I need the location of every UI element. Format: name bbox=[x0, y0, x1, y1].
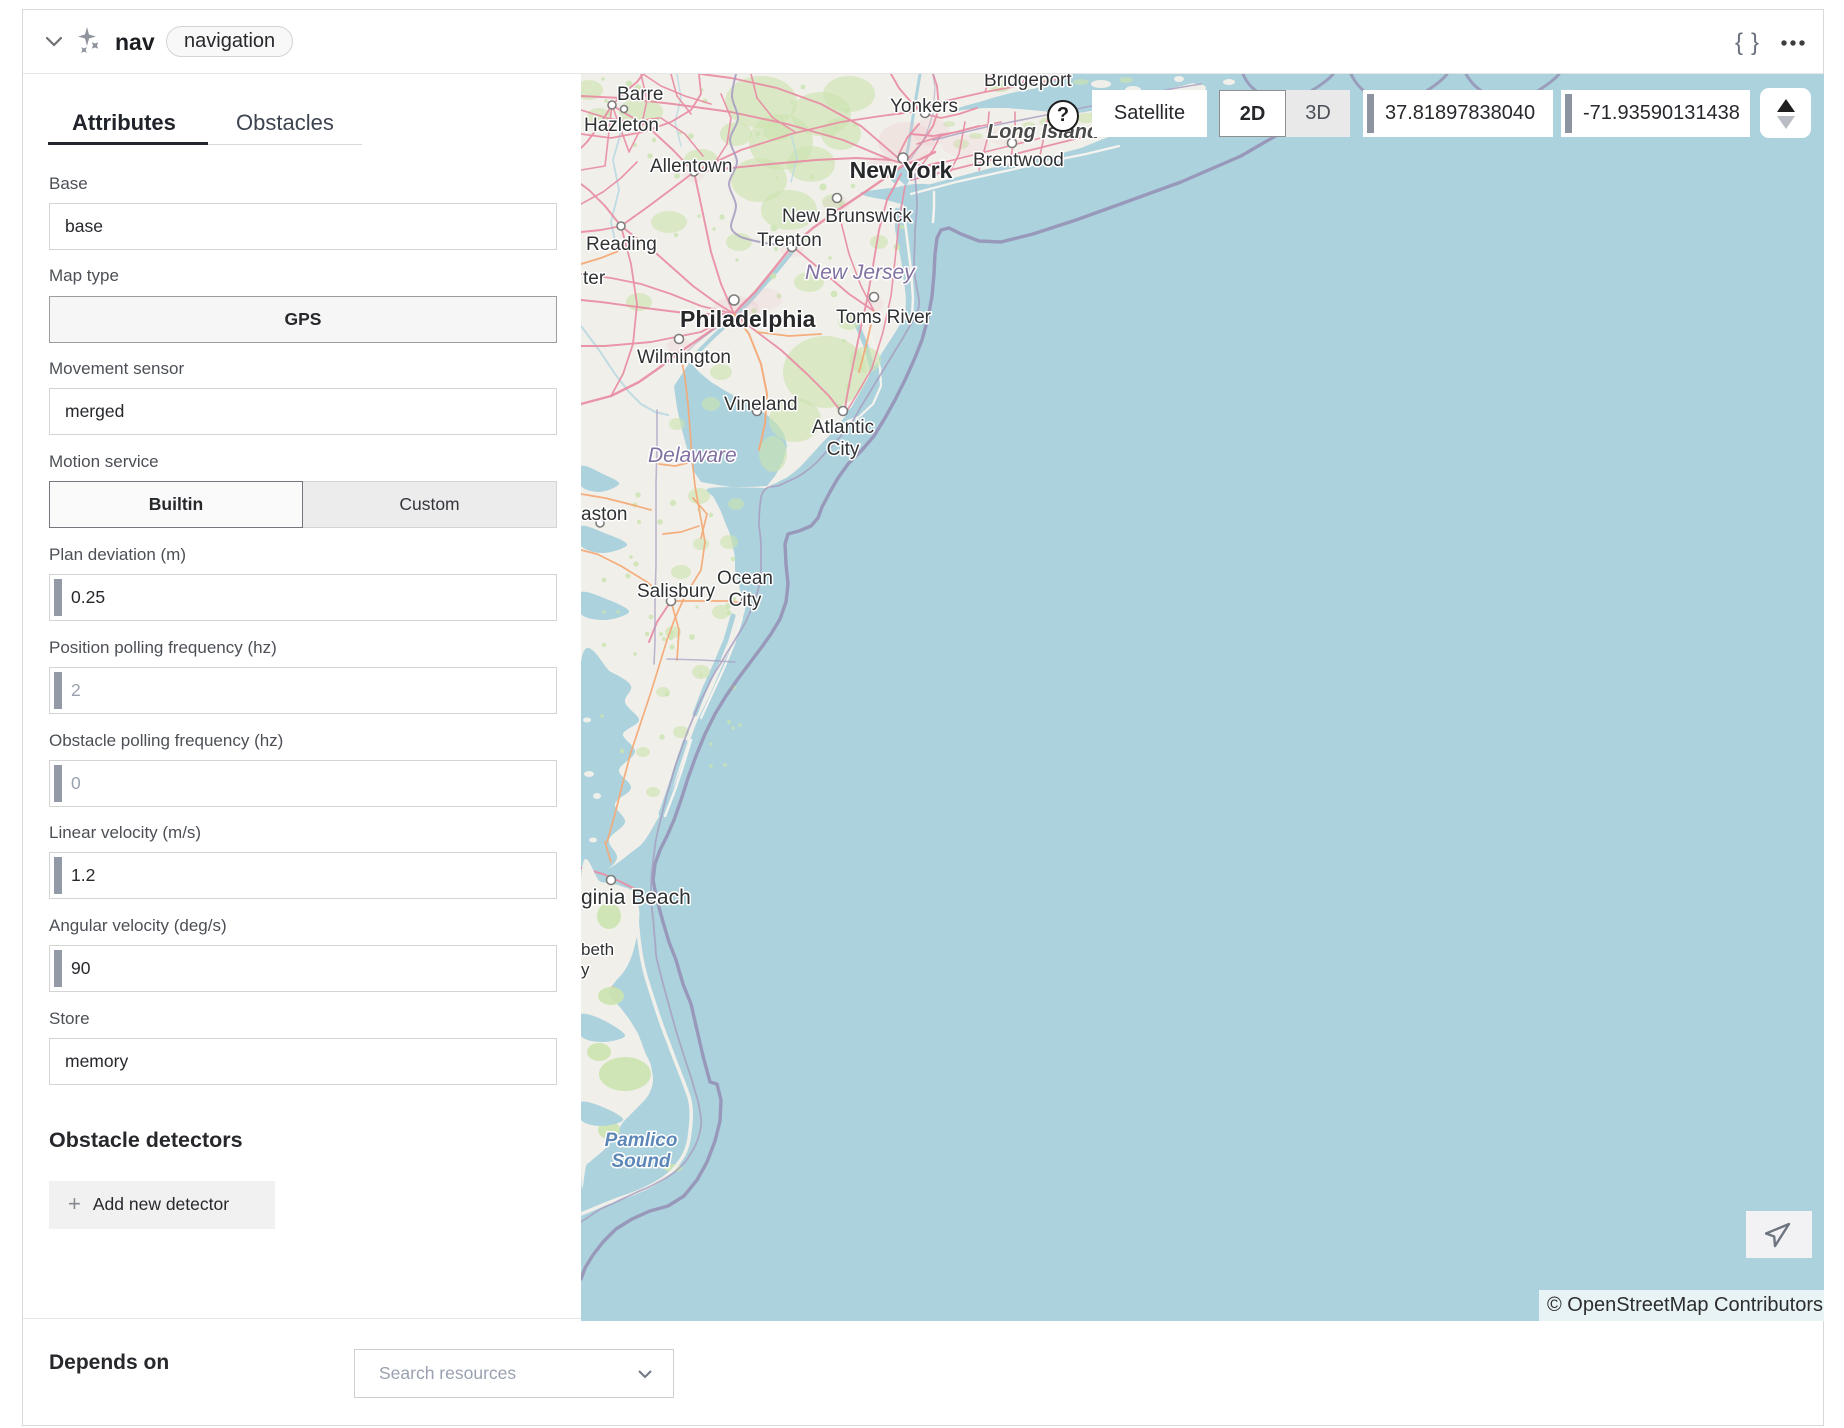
svg-text:Trenton: Trenton bbox=[757, 230, 822, 251]
svg-text:Long Island: Long Island bbox=[987, 121, 1100, 143]
svg-text:aston: aston bbox=[581, 504, 627, 525]
svg-text:Salisbury: Salisbury bbox=[637, 581, 716, 602]
svg-text:New York: New York bbox=[850, 157, 953, 183]
svg-text:Reading: Reading bbox=[586, 234, 657, 255]
svg-text:Barre: Barre bbox=[617, 84, 663, 105]
svg-text:Vineland: Vineland bbox=[724, 394, 798, 415]
svg-text:Toms River: Toms River bbox=[836, 307, 932, 328]
svg-text:Hazleton: Hazleton bbox=[584, 115, 659, 136]
svg-text:New Brunswick: New Brunswick bbox=[782, 206, 912, 227]
svg-text:y: y bbox=[581, 960, 590, 979]
svg-text:Wilmington: Wilmington bbox=[637, 347, 731, 368]
svg-text:Allentown: Allentown bbox=[650, 156, 732, 177]
svg-text:Bridgeport: Bridgeport bbox=[984, 74, 1072, 91]
svg-text:Pamlico: Pamlico bbox=[605, 1130, 678, 1151]
svg-text:City: City bbox=[827, 439, 860, 460]
svg-text:ginia Beach: ginia Beach bbox=[581, 886, 691, 909]
svg-text:Brentwood: Brentwood bbox=[973, 150, 1064, 171]
svg-text:Sound: Sound bbox=[611, 1151, 670, 1172]
svg-text:Yonkers: Yonkers bbox=[890, 96, 958, 117]
svg-text:Atlantic: Atlantic bbox=[812, 417, 874, 438]
svg-text:ter: ter bbox=[583, 268, 606, 289]
svg-text:Philadelphia: Philadelphia bbox=[680, 306, 816, 332]
svg-text:beth: beth bbox=[581, 940, 614, 959]
svg-text:Delaware: Delaware bbox=[648, 444, 737, 467]
svg-text:City: City bbox=[729, 590, 762, 611]
svg-text:New Jersey: New Jersey bbox=[805, 261, 916, 284]
svg-text:Ocean: Ocean bbox=[717, 568, 773, 589]
